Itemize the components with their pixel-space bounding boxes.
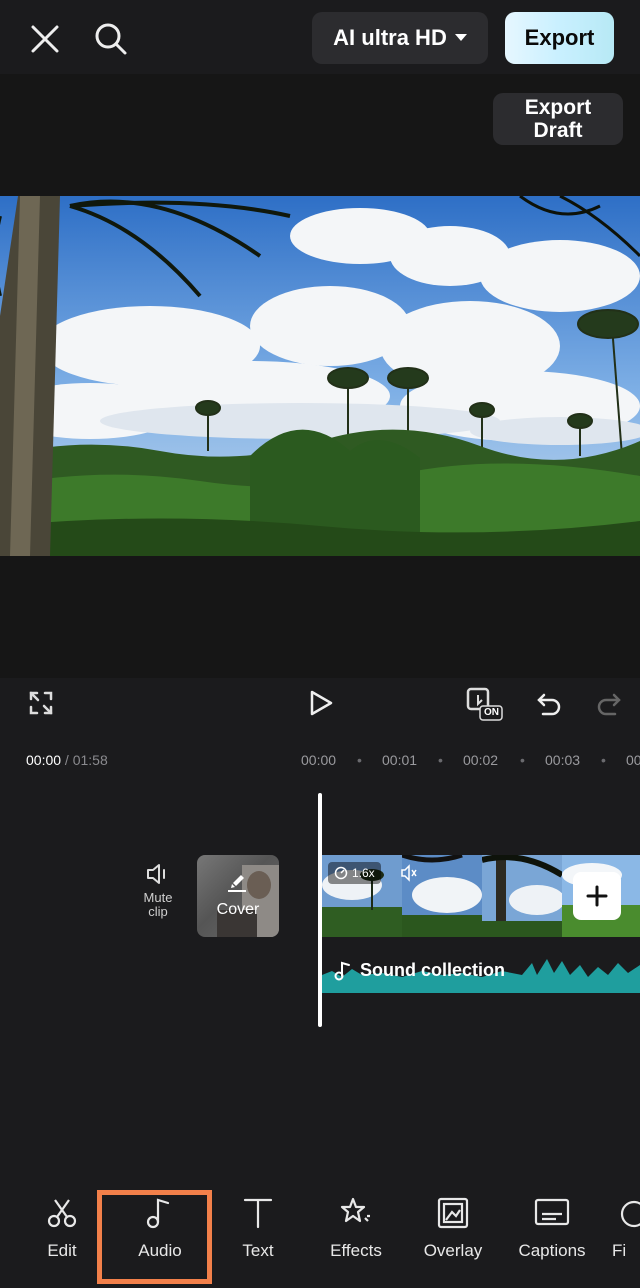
tool-label: Edit	[47, 1241, 77, 1260]
speed-label: 1.6x	[352, 866, 375, 880]
tool-overlay[interactable]: Overlay	[413, 1196, 493, 1261]
selected-tool-highlight	[97, 1190, 212, 1284]
tick-dot: •	[520, 752, 525, 768]
scissors-icon	[47, 1199, 77, 1228]
current-time: 00:00	[26, 752, 62, 768]
speed-gauge-icon	[334, 866, 348, 880]
time-tick: 00:03	[545, 752, 581, 768]
tick-dot: •	[601, 752, 606, 768]
filters-icon	[620, 1200, 640, 1228]
cover-label: Cover	[216, 901, 260, 918]
quality-label: AI ultra HD	[333, 25, 447, 50]
speaker-icon	[147, 864, 165, 884]
tool-effects[interactable]: Effects	[316, 1196, 396, 1261]
caret-down-icon	[454, 34, 467, 41]
play-icon[interactable]	[304, 686, 338, 720]
undo-icon[interactable]	[534, 688, 564, 718]
time-tick: 00:01	[382, 752, 418, 768]
speed-badge: 1.6x	[328, 862, 381, 884]
tool-label: Text	[242, 1241, 274, 1260]
tool-label: Captions	[518, 1241, 586, 1260]
redo-icon[interactable]	[594, 688, 624, 718]
plus-icon	[586, 885, 608, 907]
tick-dot: •	[357, 752, 362, 768]
music-note-icon	[334, 961, 350, 980]
tool-label: Fi	[612, 1241, 627, 1260]
audio-clip-label: Sound collection	[334, 960, 505, 981]
effects-star-icon	[340, 1197, 370, 1223]
tool-filters[interactable]: Fi	[612, 1196, 640, 1261]
clip-muted-icon	[400, 864, 418, 887]
tool-label: Effects	[330, 1241, 382, 1260]
video-preview[interactable]	[0, 196, 640, 556]
export-draft-button[interactable]: Export Draft	[493, 93, 623, 145]
add-clip-button[interactable]	[573, 872, 621, 920]
time-tick: 00	[626, 752, 640, 768]
mute-clip-button[interactable]: Mute clip	[130, 862, 186, 919]
keyframe-on-icon[interactable]: ON	[464, 686, 504, 724]
tool-edit[interactable]: Edit	[22, 1196, 102, 1261]
playhead[interactable]	[318, 793, 322, 1027]
time-tick: 00:02	[463, 752, 499, 768]
mute-clip-label: Mute clip	[143, 890, 173, 919]
fullscreen-icon[interactable]	[26, 688, 56, 718]
tick-dot: •	[438, 752, 443, 768]
captions-icon	[534, 1198, 570, 1226]
tool-label: Overlay	[423, 1241, 483, 1260]
tool-captions[interactable]: Captions	[512, 1196, 592, 1261]
close-icon[interactable]	[26, 20, 64, 58]
cover-button[interactable]: Cover	[197, 855, 279, 937]
quality-dropdown[interactable]: AI ultra HD	[312, 12, 488, 64]
search-icon[interactable]	[90, 18, 132, 60]
time-readout: 00:00 / 01:58	[26, 752, 108, 768]
clip-thumbnail	[482, 855, 562, 937]
tool-text[interactable]: Text	[218, 1196, 298, 1261]
overlay-icon	[437, 1197, 469, 1229]
total-time: / 01:58	[61, 752, 108, 768]
time-tick: 00:00	[301, 752, 337, 768]
export-button[interactable]: Export	[505, 12, 614, 64]
keyframe-badge: ON	[484, 707, 499, 718]
audio-label: Sound collection	[360, 960, 506, 980]
text-icon	[243, 1198, 273, 1229]
